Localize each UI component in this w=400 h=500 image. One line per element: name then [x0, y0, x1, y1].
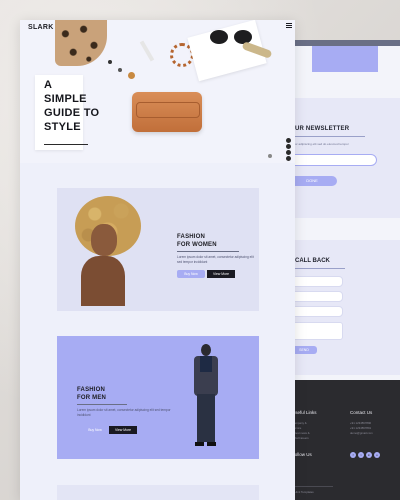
- earring-image: [118, 68, 122, 72]
- slider-dot[interactable]: [268, 154, 272, 158]
- man-model-head: [201, 344, 211, 356]
- facebook-icon[interactable]: [286, 138, 291, 143]
- newsletter-title: UR NEWSLETTER: [295, 126, 350, 132]
- hero-title-line: A: [44, 79, 53, 91]
- card-title-line: FASHION: [77, 387, 106, 393]
- facebook-icon[interactable]: f: [350, 452, 356, 458]
- call-back-email-field[interactable]: [291, 306, 343, 317]
- wallet-flap: [136, 102, 200, 118]
- twitter-icon[interactable]: t: [358, 452, 364, 458]
- hero-title-line: SIMPLE: [44, 93, 87, 105]
- footer: Useful Links Contact Us Company & Servic…: [278, 380, 400, 500]
- man-model-shoe: [207, 442, 216, 446]
- instagram-icon[interactable]: o: [374, 452, 380, 458]
- card-title-line: FOR MEN: [77, 395, 107, 401]
- hero-underline: [44, 144, 88, 145]
- card-title-line: FASHION: [177, 234, 206, 240]
- site-logo[interactable]: SLARK: [28, 24, 54, 31]
- man-model-scarf: [200, 356, 212, 372]
- leopard-shoe-image: [55, 20, 107, 66]
- linkedin-icon[interactable]: in: [366, 452, 372, 458]
- instagram-icon[interactable]: [286, 156, 291, 161]
- front-page-preview: SLARK A SIMPLE GUIDE TO STYLE FASHION FO…: [20, 20, 295, 500]
- lipstick-image: [139, 40, 155, 62]
- man-model-shoe: [195, 442, 204, 446]
- card-title: FASHION FOR WOMEN: [177, 233, 217, 249]
- earring-image: [108, 60, 112, 64]
- view-more-button[interactable]: View More: [207, 270, 235, 278]
- card-title: FASHION FOR MEN: [77, 386, 106, 402]
- footer-contact-item: +91 1234567890: [350, 421, 372, 425]
- footer-useful-links-heading: Useful Links: [292, 410, 317, 415]
- back-page-preview: UR NEWSLETTER or adipiscing elit sed do …: [278, 40, 400, 500]
- man-model-legs: [197, 394, 215, 442]
- footer-contact-item: demo@gmail.com: [350, 431, 373, 435]
- hero-social-icons: [286, 138, 291, 162]
- accent-block: [312, 46, 378, 72]
- card-underline: [77, 404, 127, 405]
- fashion-women-card: FASHION FOR WOMEN Lorem ipsum dolor sit …: [57, 188, 259, 311]
- hero-title: A SIMPLE GUIDE TO STYLE: [44, 78, 114, 134]
- twitter-icon[interactable]: [286, 144, 291, 149]
- card-title-line: FOR WOMEN: [177, 242, 217, 248]
- call-back-name-field[interactable]: [291, 276, 343, 287]
- ring-image: [128, 72, 135, 79]
- call-back-message-field[interactable]: [291, 322, 343, 340]
- wallet-image: [132, 92, 202, 132]
- newsletter-text: or adipiscing elit sed do eiusmod tempor: [295, 142, 349, 146]
- newsletter-email-input[interactable]: [287, 154, 377, 166]
- card-underline: [177, 251, 239, 252]
- buy-now-button[interactable]: Buy Now: [177, 270, 205, 278]
- footer-contact-item: +91 1234567891: [350, 426, 372, 430]
- linkedin-icon[interactable]: [286, 150, 291, 155]
- newsletter-underline: [295, 136, 365, 137]
- call-back-section: CALL BACK SEND: [283, 240, 400, 375]
- card-description: Lorem ipsum dolor sit amet, consectetur …: [77, 408, 171, 417]
- woman-model-face: [91, 224, 117, 256]
- call-back-phone-field[interactable]: [291, 291, 343, 302]
- fashion-men-card: FASHION FOR MEN Lorem ipsum dolor sit am…: [57, 336, 259, 459]
- hero-section: SLARK A SIMPLE GUIDE TO STYLE: [20, 20, 295, 163]
- call-back-underline: [295, 268, 345, 269]
- hero-title-line: GUIDE TO: [44, 107, 100, 119]
- buy-now-button[interactable]: Buy Now: [81, 426, 109, 434]
- footer-contact-heading: Contact Us: [350, 410, 373, 415]
- card-description: Lorem ipsum dolor sit amet, consectetur …: [177, 255, 254, 264]
- woman-model-body: [81, 256, 125, 306]
- next-section-card: [57, 485, 259, 500]
- view-more-button[interactable]: View More: [109, 426, 137, 434]
- hamburger-menu-icon[interactable]: [286, 23, 292, 28]
- hero-title-line: STYLE: [44, 121, 81, 133]
- call-back-title: CALL BACK: [295, 258, 330, 264]
- newsletter-section: UR NEWSLETTER or adipiscing elit sed do …: [283, 98, 400, 218]
